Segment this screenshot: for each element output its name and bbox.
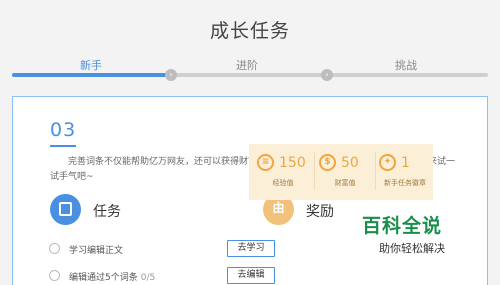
page-title: 成长任务: [209, 20, 290, 42]
chevron-right-icon: ›: [321, 69, 333, 81]
document-icon: [50, 194, 81, 225]
tab-challenge[interactable]: 挑战: [395, 57, 417, 73]
go-learn-button[interactable]: 去学习: [227, 240, 275, 257]
coin-stack-icon: ≡: [257, 154, 274, 171]
chevron-right-icon: ›: [165, 69, 177, 81]
divider: [314, 152, 315, 190]
reward-label: 经验值: [272, 179, 294, 187]
reward-experience: ≡ 150 经验值: [255, 150, 311, 194]
go-edit-button[interactable]: 去编辑: [227, 267, 275, 284]
task-radio[interactable]: [49, 270, 60, 281]
progress-fill: [12, 73, 171, 77]
divider: [375, 152, 376, 190]
task-radio[interactable]: [49, 243, 60, 254]
reward-value: 1: [401, 155, 410, 171]
reward-label: 新手任务徽章: [384, 179, 426, 187]
badge-icon: ✦: [379, 154, 396, 171]
step-number: 03: [50, 119, 77, 147]
rewards-panel: ≡ 150 经验值 $ 50 财富值 ✦ 1 新手任务徽章: [249, 144, 433, 200]
reward-label: 财富值: [334, 179, 356, 187]
task-label: 学习编辑正文: [69, 246, 124, 256]
task-label: 编辑通过5个词条 0/5: [69, 273, 156, 283]
reward-wealth: $ 50 财富值: [317, 150, 373, 194]
rewards-heading: 奖励: [306, 204, 334, 220]
tab-newbie[interactable]: 新手: [80, 57, 102, 73]
reward-value: 50: [341, 155, 359, 171]
dollar-coin-icon: $: [319, 154, 336, 171]
watermark-logo: 百科全说 助你轻松解决: [362, 215, 445, 255]
progress-tabs: 新手 进阶 挑战 › ›: [12, 56, 488, 86]
reward-badge: ✦ 1 新手任务徽章: [377, 150, 433, 194]
tab-advanced[interactable]: 进阶: [236, 57, 258, 73]
task-count: 0/5: [140, 273, 156, 283]
reward-value: 150: [279, 155, 306, 171]
tasks-heading: 任务: [93, 204, 121, 220]
